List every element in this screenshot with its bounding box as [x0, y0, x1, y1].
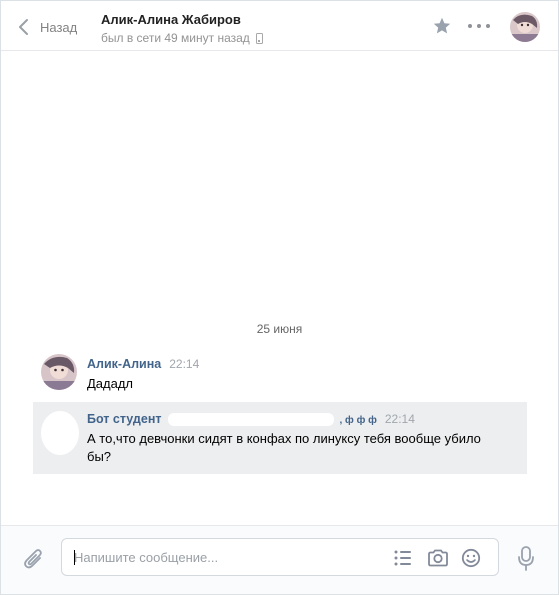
smile-icon[interactable]: [460, 548, 482, 568]
message-author-name: Бот студент: [87, 412, 162, 426]
message[interactable]: Алик-Алина 22:14 Дададл: [87, 357, 487, 393]
message-input-box[interactable]: [61, 538, 499, 576]
back-button[interactable]: Назад: [17, 16, 77, 38]
microphone-icon[interactable]: [517, 546, 535, 572]
phone-icon: [255, 32, 263, 44]
last-seen-text: был в сети 49 минут назад: [101, 31, 250, 45]
message-author-suffix: , ф ф ф: [339, 415, 377, 426]
more-icon[interactable]: [468, 19, 490, 33]
camera-icon[interactable]: [427, 548, 449, 568]
chat-window: Назад Алик-Алина Жабиров был в сети 49 м…: [0, 0, 559, 595]
chevron-left-icon: [19, 19, 28, 35]
avatar[interactable]: [510, 12, 540, 42]
message-text: Дададл: [87, 376, 134, 391]
message[interactable]: Бот студент , ф ф ф 22:14 А то,что девчон…: [87, 412, 507, 466]
composer: [1, 525, 558, 594]
avatar[interactable]: [41, 354, 77, 390]
date-separator: 25 июня: [256, 322, 303, 336]
message-time[interactable]: 22:14: [169, 357, 199, 371]
back-label: Назад: [40, 19, 78, 35]
chat-header: Назад Алик-Алина Жабиров был в сети 49 м…: [1, 1, 558, 51]
message-input[interactable]: [74, 548, 374, 566]
message-text: А то,что девчонки сидят в конфах по лину…: [87, 431, 481, 465]
star-icon[interactable]: [432, 16, 452, 36]
peer-name[interactable]: Алик-Алина Жабиров: [101, 12, 241, 27]
peer-status: был в сети 49 минут назад: [101, 31, 263, 45]
message-author[interactable]: Алик-Алина: [87, 357, 161, 371]
avatar: [41, 411, 79, 455]
redacted-block: [167, 413, 334, 427]
list-icon[interactable]: [392, 548, 414, 568]
message-author[interactable]: Бот студент , ф ф ф: [87, 412, 377, 427]
message-time[interactable]: 22:14: [385, 412, 415, 426]
paperclip-icon[interactable]: [23, 547, 45, 571]
